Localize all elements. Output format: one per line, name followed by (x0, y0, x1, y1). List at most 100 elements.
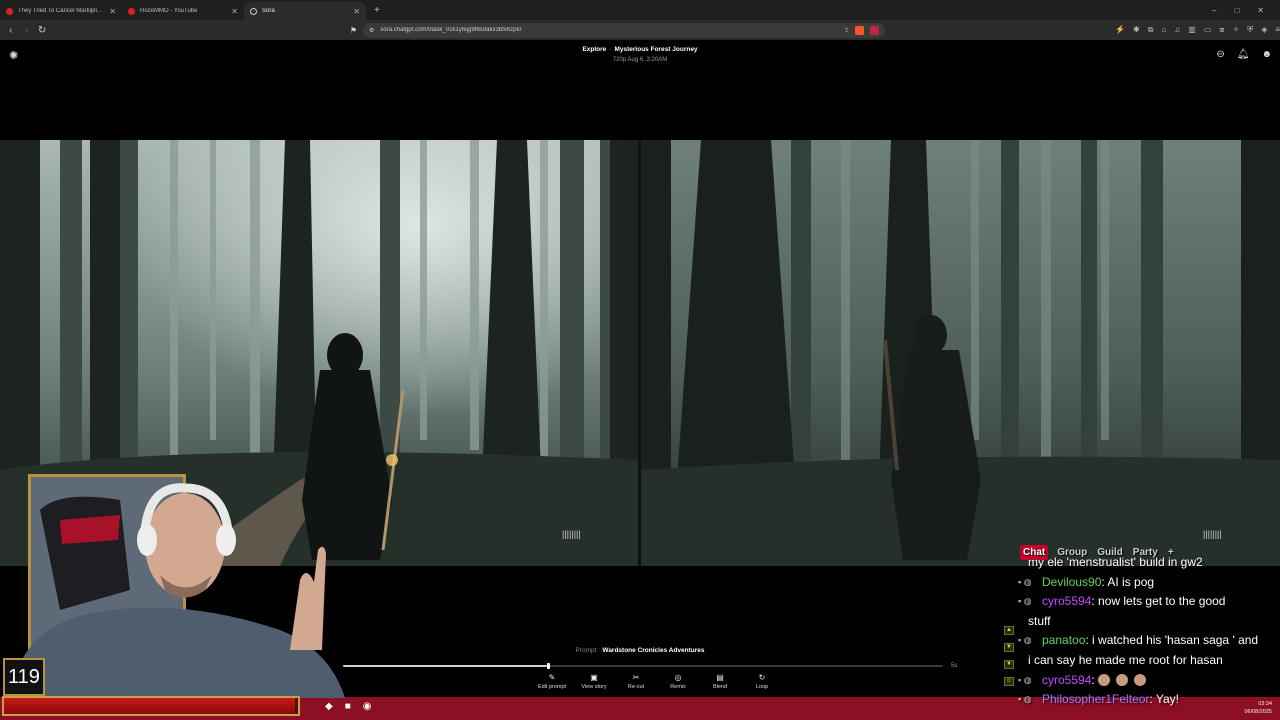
chat-badge-icon: ▪ ◍ (1018, 576, 1032, 587)
chat-username[interactable]: Devilous90 (1042, 575, 1101, 589)
chat-emote-icon (1116, 673, 1129, 686)
player-level: 119 (3, 658, 45, 696)
sora-header: ✺ Explore · Mysterious Forest Journey 720p… (0, 40, 1280, 70)
extension-icon[interactable]: ⌂ (1161, 25, 1166, 35)
forward-button[interactable]: › (19, 25, 35, 36)
site-info-icon[interactable]: ⚙ (369, 27, 374, 34)
chat-emote-icon (1134, 673, 1147, 686)
remix-button[interactable]: ◎ Remix (661, 673, 695, 690)
tab-title: RozeMMO - YouTube (140, 8, 198, 14)
video-title: Explore · Mysterious Forest Journey (0, 46, 1280, 53)
close-tab-icon[interactable]: ✕ (109, 7, 116, 16)
chat-text: : i watched his 'hasan saga ' and (1085, 633, 1259, 648)
extension-icon[interactable]: ⧈ (1219, 25, 1224, 35)
page-title: Mysterious Forest Journey (614, 46, 698, 53)
wallet-icon[interactable]: ◈ (1261, 25, 1267, 35)
brave-shields-icon[interactable] (855, 25, 865, 35)
action-label: Loop (755, 684, 769, 690)
chat-messages: my ele 'menstrualist' build in gw2 ▪ ◍ Dev… (1018, 553, 1276, 710)
extension-icon[interactable]: ▭ (1204, 25, 1212, 35)
chat-message: ▪ ◍ panatoo: i watched his 'hasan saga ' … (1018, 631, 1276, 651)
chat-badge-icon: ▪ ◍ (1018, 694, 1032, 705)
chat-badge-icon: ▪ ◍ (1018, 596, 1032, 607)
edit-prompt-button[interactable]: ✎ Edit prompt (535, 673, 569, 690)
chat-message: i can say he made me root for hasan (1018, 651, 1276, 671)
video-frame-right[interactable] (641, 140, 1280, 566)
browser-tab-bar: They Tried To Cancel Markiplier... It ✕ … (0, 0, 1280, 20)
app-icon[interactable]: ■ (345, 701, 351, 712)
action-label: Blend (712, 684, 728, 690)
youtube-icon (6, 7, 13, 15)
chat-username[interactable]: cyro5594 (1042, 594, 1091, 608)
chat-username[interactable]: panatoo (1042, 633, 1085, 647)
chat-tab-group[interactable]: Group (1056, 545, 1088, 560)
health-bar-fill (4, 698, 296, 714)
blend-button[interactable]: ▤ Blend (703, 673, 737, 690)
extension-icon[interactable]: ✧ (1232, 25, 1239, 35)
browser-tab[interactable]: They Tried To Cancel Markiplier... It ✕ (0, 2, 122, 20)
browser-tab-active[interactable]: Sora ✕ (244, 2, 366, 20)
window-controls: – □ ✕ (1212, 6, 1280, 15)
brave-rewards-icon[interactable] (870, 25, 880, 35)
add-chat-tab-button[interactable]: + (1167, 545, 1175, 560)
browser-app-icon[interactable]: ◉ (363, 701, 372, 712)
chat-text: i can say he made me root for hasan (1028, 652, 1223, 667)
prompt-text: Wardstone Cronicles Adventures (602, 647, 705, 654)
audio-indicator-right[interactable]: |||||||| (1203, 529, 1222, 539)
close-tab-icon[interactable]: ✕ (353, 7, 360, 16)
prompt-label: Prompt (575, 647, 597, 654)
reload-button[interactable]: ↻ (34, 25, 50, 36)
webcam-feed (10, 483, 345, 698)
video-meta: 720p Aug 6, 3:20AM (612, 57, 668, 63)
avatar[interactable]: ☻ (1261, 49, 1272, 60)
timeline-scrubber[interactable] (547, 663, 550, 669)
extension-icon[interactable]: ⧉ (1148, 25, 1154, 35)
new-tab-button[interactable]: + (366, 5, 388, 16)
sidebar-icon[interactable]: ▥ (1188, 25, 1196, 35)
extension-icon[interactable]: ✱ (1133, 25, 1140, 35)
loop-button[interactable]: ↻ Loop (745, 673, 779, 690)
address-bar[interactable]: ⚙ sora.chatgpt.com/t/task_01k1yfejg9f8s9… (363, 22, 886, 38)
bell-icon[interactable]: 🔔︎ (1237, 49, 1250, 60)
share-icon[interactable]: ⇪ (844, 27, 849, 34)
chat-message: ▪ ◍ cyro5594: now lets get to the good (1018, 592, 1276, 612)
chat-username[interactable]: cyro5594 (1042, 673, 1091, 687)
minimize-button[interactable]: – (1212, 6, 1216, 15)
video-timeline[interactable] (343, 663, 943, 669)
chat-tab-guild[interactable]: Guild (1096, 545, 1124, 560)
chat-text: : Yay! (1149, 692, 1179, 707)
vpn-icon[interactable]: ⛨ (1247, 25, 1253, 35)
chat-tab-chat[interactable]: Chat (1020, 545, 1049, 560)
chat-overlay: my ele 'menstrualist' build in gw2 ▪ ◍ Dev… (1004, 545, 1280, 720)
view-story-button[interactable]: ▣ View story (577, 673, 611, 690)
chat-text: : now lets get to the good (1091, 594, 1226, 609)
chat-tab-party[interactable]: Party (1132, 545, 1159, 560)
app-icon[interactable]: ◆ (325, 701, 333, 712)
bookmark-icon[interactable]: ⚑ (350, 26, 357, 35)
video-actions: ✎ Edit prompt ▣ View story ✂ Re-cut ◎ Re… (535, 673, 779, 690)
browser-tab[interactable]: RozeMMO - YouTube ✕ (122, 2, 244, 20)
chat-emote-icon (1098, 673, 1111, 686)
duration-label: 5s (951, 663, 958, 669)
browser-toolbar: ‹ › ↻ ⚑ ⚙ sora.chatgpt.com/t/task_01k1yf… (0, 20, 1280, 40)
close-window-button[interactable]: ✕ (1257, 6, 1264, 15)
chat-message: ▪ ◍ Philosopher1Felteor: Yay! (1018, 690, 1276, 710)
url-text: sora.chatgpt.com/t/task_01k1yfejg9f8s9ak… (380, 27, 522, 33)
chat-username[interactable]: Philosopher1Felteor (1042, 692, 1149, 706)
audio-indicator-left[interactable]: |||||||| (562, 529, 581, 539)
extension-icon[interactable]: ⚡ (1115, 25, 1125, 35)
storyboard-icon: ▣ (590, 673, 598, 682)
extension-icons: ⚡ ✱ ⧉ ⌂ ♫ ▥ ▭ ⧈ ✧ ⛨ ◈ ≡ (1115, 25, 1280, 35)
back-button[interactable]: ‹ (3, 25, 19, 36)
maximize-button[interactable]: □ (1234, 6, 1239, 15)
tab-title: They Tried To Cancel Markiplier... It (18, 8, 105, 14)
breadcrumb-explore[interactable]: Explore (582, 46, 606, 53)
sora-icon (250, 7, 257, 15)
chat-tabs: Chat Group Guild Party + (1020, 545, 1175, 560)
minus-circle-icon[interactable]: ⊖ (1216, 49, 1224, 60)
menu-icon[interactable]: ≡ (1275, 25, 1280, 35)
close-tab-icon[interactable]: ✕ (231, 7, 238, 16)
action-label: View story (581, 684, 607, 690)
media-icon[interactable]: ♫ (1174, 25, 1180, 35)
re-cut-button[interactable]: ✂ Re-cut (619, 673, 653, 690)
